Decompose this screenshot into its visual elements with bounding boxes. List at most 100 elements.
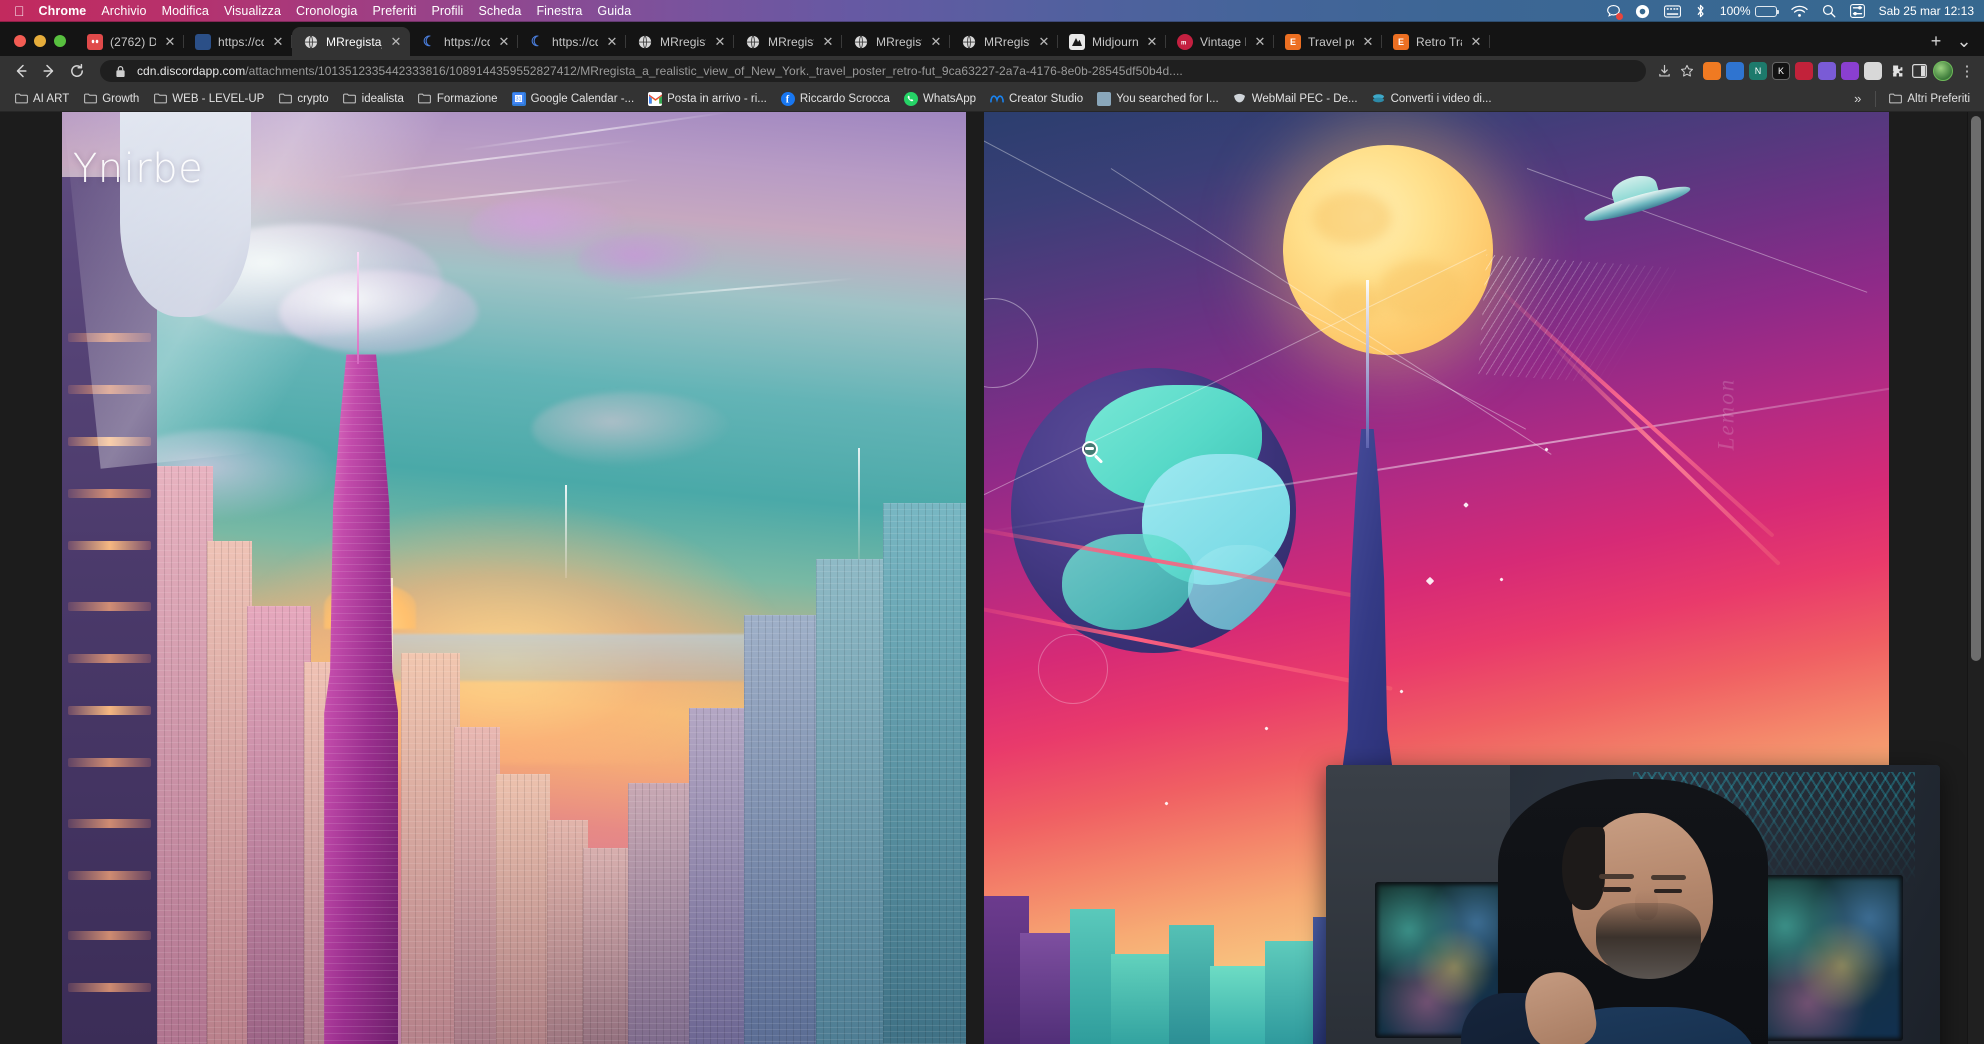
menu-item-archivio[interactable]: Archivio [101, 4, 146, 18]
menu-item-scheda[interactable]: Scheda [478, 4, 521, 18]
tab-close-button[interactable]: ✕ [163, 35, 177, 49]
image-retro-nyc-travel-poster[interactable]: Ynirbe [62, 112, 966, 1044]
bookmark-label: WebMail PEC - De... [1252, 93, 1358, 105]
menu-item-preferiti[interactable]: Preferiti [373, 4, 417, 18]
tab-close-button[interactable]: ✕ [821, 35, 835, 49]
other-bookmarks-button[interactable]: Altri Preferiti [1882, 90, 1976, 108]
tab-search-button[interactable]: ⌄ [1950, 27, 1978, 56]
poster-overlay-text: Ynirbe [73, 146, 203, 192]
key-ext-icon[interactable] [1795, 62, 1813, 80]
chrome-menu-button[interactable]: ⋮ [1958, 64, 1976, 79]
k-ext-icon[interactable]: K [1772, 62, 1790, 80]
wifi-icon[interactable] [1791, 5, 1808, 18]
tab-vintage-poster[interactable]: m Vintage Pos ✕ [1166, 27, 1274, 56]
tab-close-button[interactable]: ✕ [1145, 35, 1159, 49]
scrollbar-thumb[interactable] [1971, 116, 1981, 661]
bird-ext-icon[interactable] [1726, 62, 1744, 80]
spotlight-search-icon[interactable] [1822, 4, 1836, 18]
tab-mrregista-3[interactable]: MRregista_ ✕ [734, 27, 842, 56]
profile-avatar[interactable] [1933, 61, 1953, 81]
tab-cdn-1[interactable]: https://cdn. ✕ [184, 27, 292, 56]
address-bar[interactable]: cdn.discordapp.com/attachments/101351233… [100, 60, 1646, 82]
record-icon[interactable] [1635, 4, 1650, 19]
window-zoom-button[interactable] [54, 35, 66, 47]
grid-ext-icon[interactable] [1864, 62, 1882, 80]
tab-close-button[interactable]: ✕ [929, 35, 943, 49]
bookmark-facebook-profile[interactable]: f Riccardo Scrocca [775, 90, 896, 108]
bookmark-formazione[interactable]: Formazione [412, 90, 504, 108]
bookmark-creator-studio[interactable]: Creator Studio [984, 90, 1089, 108]
bookmark-google-calendar[interactable]: 31 Google Calendar -... [506, 90, 641, 108]
bookmark-ai-art[interactable]: AI ART [8, 90, 75, 108]
keyboard-icon[interactable] [1664, 5, 1681, 18]
cloud-ext-icon[interactable] [1818, 62, 1836, 80]
sidepanel-icon[interactable] [1910, 62, 1928, 80]
chat-badge-icon[interactable] [1606, 4, 1621, 19]
tab-cdn-2[interactable]: ☾ https://cdn. ✕ [410, 27, 518, 56]
tab-title: Retro Trave [1416, 35, 1462, 49]
tab-close-button[interactable]: ✕ [605, 35, 619, 49]
menu-item-visualizza[interactable]: Visualizza [224, 4, 281, 18]
download-icon[interactable] [1654, 61, 1674, 81]
bookmark-label: idealista [362, 93, 404, 105]
bookmark-idealista[interactable]: idealista [337, 90, 410, 108]
forward-button[interactable] [36, 58, 62, 84]
bookmarks-overflow-button[interactable]: » [1846, 89, 1869, 108]
tab-title: Vintage Pos [1200, 35, 1246, 49]
tab-close-button[interactable]: ✕ [1361, 35, 1375, 49]
cloud-shape [577, 233, 722, 289]
poster-watermark: Lemon [1713, 378, 1739, 451]
bookmark-you-searched[interactable]: You searched for I... [1091, 90, 1225, 108]
new-tab-button[interactable]: + [1922, 27, 1950, 56]
tab-mrregista-4[interactable]: MRregista_ ✕ [842, 27, 950, 56]
lock-icon[interactable] [110, 61, 130, 81]
window-minimize-button[interactable] [34, 35, 46, 47]
control-center-icon[interactable] [1850, 4, 1865, 18]
menu-bar-datetime[interactable]: Sab 25 mar 12:13 [1879, 4, 1974, 18]
bookmark-webmail-pec[interactable]: WebMail PEC - De... [1227, 90, 1364, 108]
tab-close-button[interactable]: ✕ [389, 35, 403, 49]
menu-item-finestra[interactable]: Finestra [536, 4, 582, 18]
tab-close-button[interactable]: ✕ [497, 35, 511, 49]
bookmark-web-level-up[interactable]: WEB - LEVEL-UP [147, 90, 270, 108]
meta-icon [990, 92, 1004, 106]
tab-close-button[interactable]: ✕ [1253, 35, 1267, 49]
tab-cdn-3[interactable]: ☾ https://cdn. ✕ [518, 27, 626, 56]
tab-retro-travel[interactable]: E Retro Trave ✕ [1382, 27, 1490, 56]
menu-app-name[interactable]: Chrome [39, 4, 87, 18]
bookmark-whatsapp[interactable]: WhatsApp [898, 90, 982, 108]
bookmark-star-icon[interactable] [1677, 61, 1697, 81]
tab-midjourney[interactable]: Midjourney ✕ [1058, 27, 1166, 56]
bookmark-crypto[interactable]: crypto [272, 90, 334, 108]
menu-item-guida[interactable]: Guida [597, 4, 631, 18]
tab-close-button[interactable]: ✕ [713, 35, 727, 49]
bookmark-gmail-inbox[interactable]: Posta in arrivo - ri... [642, 90, 773, 108]
webcam-overlay[interactable] [1326, 765, 1940, 1044]
tab-mrregista-2[interactable]: MRregista_ ✕ [626, 27, 734, 56]
tab-close-button[interactable]: ✕ [271, 35, 285, 49]
browser-toolbar: cdn.discordapp.com/attachments/101351233… [0, 56, 1984, 86]
n-ext-icon[interactable]: N [1749, 62, 1767, 80]
tab-mrregista-5[interactable]: MRregista_ ✕ [950, 27, 1058, 56]
vertical-scrollbar[interactable] [1967, 112, 1984, 1044]
bluetooth-icon[interactable] [1695, 3, 1706, 19]
menu-item-profili[interactable]: Profili [431, 4, 463, 18]
bookmark-converti-video[interactable]: Converti i video di... [1366, 90, 1498, 108]
battery-indicator[interactable]: 100% [1720, 4, 1777, 18]
window-close-button[interactable] [14, 35, 26, 47]
reload-button[interactable] [64, 58, 90, 84]
puzzle-ext-icon[interactable] [1887, 62, 1905, 80]
firefox-ext-icon[interactable] [1703, 62, 1721, 80]
tab-title: (2762) Disc [110, 35, 156, 49]
apple-logo-icon[interactable]:  [14, 4, 25, 18]
back-button[interactable] [8, 58, 34, 84]
tab-discord[interactable]: (2762) Disc ✕ [76, 27, 184, 56]
menu-item-modifica[interactable]: Modifica [162, 4, 209, 18]
bookmark-growth[interactable]: Growth [77, 90, 145, 108]
tab-mrregista-active[interactable]: MRregista_ ✕ [292, 27, 410, 56]
tab-travel-poster[interactable]: E Travel post ✕ [1274, 27, 1382, 56]
tab-close-button[interactable]: ✕ [1037, 35, 1051, 49]
menu-item-cronologia[interactable]: Cronologia [296, 4, 357, 18]
tab-close-button[interactable]: ✕ [1469, 35, 1483, 49]
purple-ext-icon[interactable] [1841, 62, 1859, 80]
